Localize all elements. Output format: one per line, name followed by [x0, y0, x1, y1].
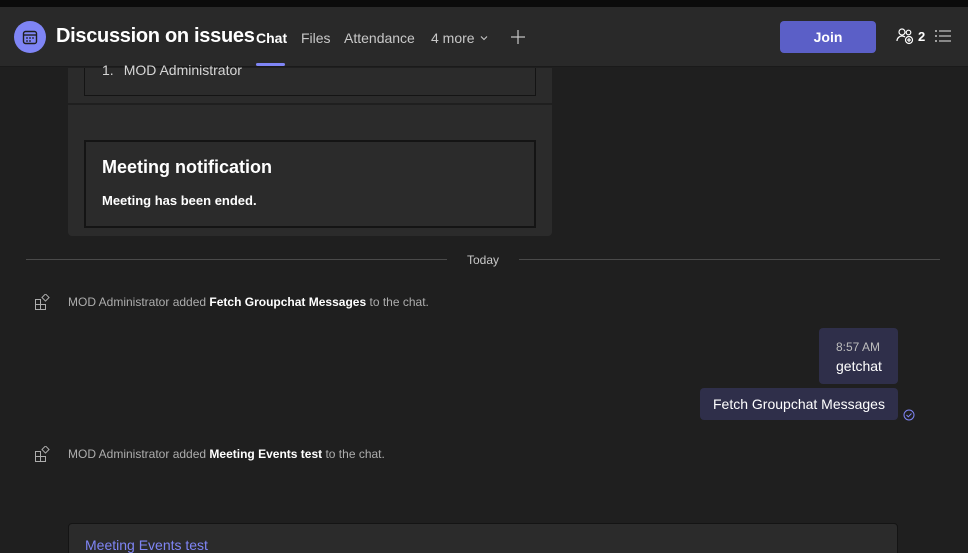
app-card-link[interactable]: Meeting Events test	[85, 537, 208, 553]
system-message-suffix: to the chat.	[325, 447, 385, 461]
attendee-row: 1. MOD Administrator	[102, 62, 242, 78]
system-message: MOD Administrator added Fetch Groupchat …	[34, 294, 429, 310]
list-icon[interactable]	[934, 28, 952, 49]
tab-more[interactable]: 4 more	[431, 30, 489, 46]
tab-files[interactable]: Files	[301, 30, 331, 46]
system-message-verb: added	[172, 447, 207, 461]
apps-icon	[35, 294, 50, 310]
system-message: MOD Administrator added Meeting Events t…	[34, 446, 385, 462]
join-button[interactable]: Join	[780, 21, 876, 53]
chevron-down-icon	[480, 36, 487, 41]
apps-icon	[35, 446, 50, 462]
tab-more-label: 4 more	[431, 30, 475, 46]
active-tab-indicator	[256, 63, 285, 66]
people-add-icon	[896, 28, 914, 45]
participant-count: 2	[918, 28, 926, 44]
plus-icon[interactable]	[508, 27, 528, 47]
tab-attendance[interactable]: Attendance	[344, 30, 415, 46]
message-bubble[interactable]: Fetch Groupchat Messages	[700, 388, 898, 420]
tab-chat[interactable]: Chat	[256, 30, 287, 46]
message-text: Fetch Groupchat Messages	[713, 396, 885, 412]
message-text: getchat	[836, 358, 882, 374]
message-bubble[interactable]	[819, 328, 898, 384]
card-divider	[68, 103, 552, 105]
attendee-name: MOD Administrator	[123, 62, 242, 78]
meeting-header: Discussion on issues Chat Files Attendan…	[0, 7, 968, 67]
sent-check-icon	[903, 408, 915, 426]
day-divider-line	[26, 259, 447, 260]
day-divider-line	[519, 259, 940, 260]
system-message-target: Meeting Events test	[209, 447, 323, 461]
calendar-icon	[14, 21, 46, 53]
participants-button[interactable]: 2	[895, 26, 925, 46]
system-message-verb: added	[172, 295, 207, 309]
window-top-strip	[0, 0, 968, 7]
attendee-number: 1.	[102, 62, 114, 78]
meeting-title: Discussion on issues	[56, 25, 255, 47]
system-message-actor: MOD Administrator	[68, 447, 170, 461]
day-divider-label: Today	[467, 253, 500, 267]
system-message-suffix: to the chat.	[369, 295, 429, 309]
message-timestamp: 8:57 AM	[836, 340, 881, 354]
system-message-actor: MOD Administrator	[68, 295, 170, 309]
notification-box	[84, 140, 536, 228]
notification-body: Meeting has been ended.	[102, 193, 257, 208]
notification-title: Meeting notification	[102, 157, 272, 177]
system-message-target: Fetch Groupchat Messages	[209, 295, 367, 309]
